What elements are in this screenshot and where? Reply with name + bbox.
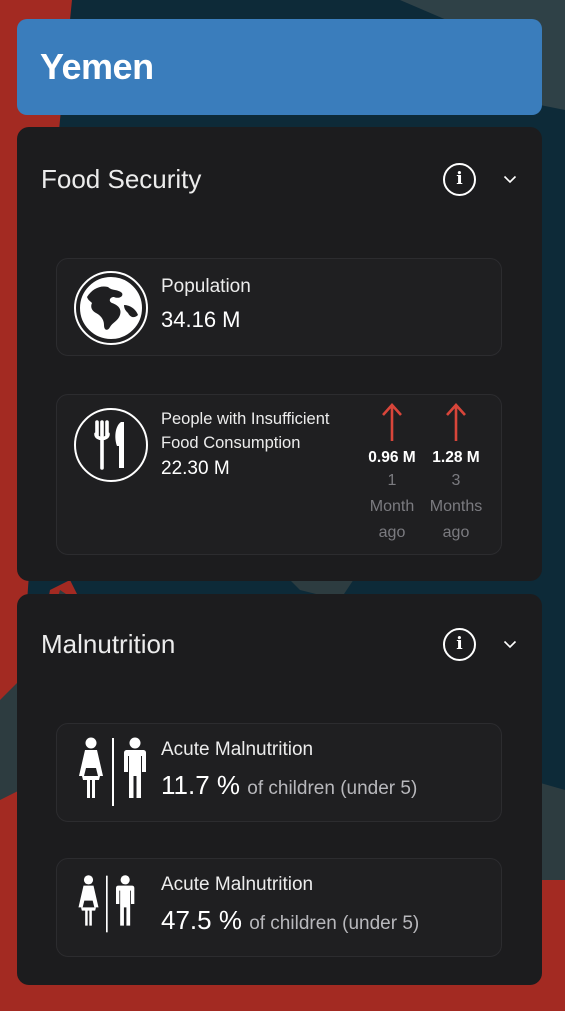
population-card: Population 34.16 M [56,258,502,356]
trend-period-suffix: ago [442,524,470,541]
trend-value: 0.96 M [368,449,416,466]
malnutrition-header[interactable]: Malnutrition i [41,594,518,694]
acute-malnutrition-value: 47.5 % of children (under 5) [161,905,419,936]
trend-period-suffix: ago [378,524,406,541]
percent-value: 11.7 % [161,770,241,800]
percent-unit: of children (under 5) [249,913,420,934]
insufficient-food-card: People with Insufficient Food Consumptio… [56,394,502,555]
insufficient-food-value: 22.30 M [161,458,230,479]
percent-unit: of children (under 5) [247,778,418,799]
trend-1-month: 0.96 M 1 Month ago [360,403,424,545]
insufficient-food-label: People with Insufficient Food Consumptio… [161,410,330,452]
food-security-title: Food Security [41,163,202,194]
malnutrition-panel: Malnutrition i Acute Malnutrition 11.7 %… [17,594,542,985]
chevron-down-icon[interactable] [502,171,518,187]
trend-value: 1.28 M [432,449,480,466]
arrow-up-icon [360,403,424,445]
trend-3-months: 1.28 M 3 Months ago [424,403,488,545]
trend-period-unit: Months [429,498,483,515]
woman-man-icon [74,736,150,808]
trend-period-num: 1 [387,472,397,489]
fork-knife-icon [74,408,148,482]
acute-malnutrition-label: Acute Malnutrition [161,739,314,760]
trend-period-num: 3 [451,472,461,489]
info-icon[interactable]: i [443,162,476,196]
acute-malnutrition-card: Acute Malnutrition 11.7 % of children (u… [56,723,502,822]
acute-malnutrition-label: Acute Malnutrition [161,874,314,895]
population-value: 34.16 M [161,307,241,332]
globe-icon [74,271,148,345]
arrow-up-icon [424,403,488,445]
food-security-panel: Food Security i Population 34.16 M Peopl… [17,127,542,581]
country-header: Yemen [17,19,542,115]
acute-malnutrition-value: 11.7 % of children (under 5) [161,770,417,801]
percent-value: 47.5 % [161,905,242,935]
malnutrition-title: Malnutrition [41,628,176,659]
food-security-header[interactable]: Food Security i [41,127,518,231]
chevron-down-icon[interactable] [502,636,518,652]
trend-period-unit: Month [369,498,415,515]
population-label: Population [161,276,251,297]
acute-malnutrition-card: Acute Malnutrition 47.5 % of children (u… [56,858,502,957]
info-icon[interactable]: i [443,627,476,661]
woman-man-icon [74,874,138,934]
country-title: Yemen [40,46,154,87]
